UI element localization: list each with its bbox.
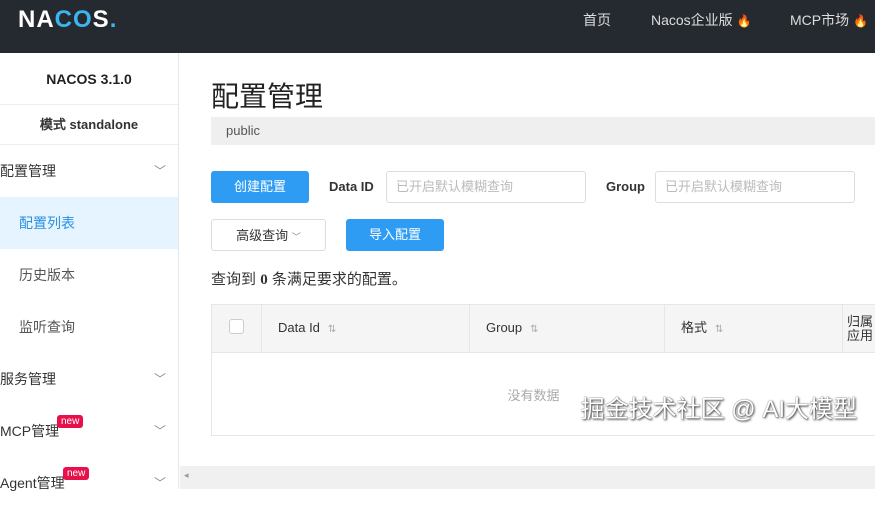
page-title: 配置管理: [211, 81, 324, 112]
top-bar: NACOS. 首页 Nacos企业版 🔥 MCP市场 🔥: [0, 0, 875, 53]
sidebar-item-mcp-management[interactable]: MCP管理 new ﹀: [0, 405, 178, 457]
watermark: 掘金技术社区 @ AI大模型: [580, 396, 857, 423]
nav-enterprise[interactable]: Nacos企业版 🔥: [651, 10, 752, 30]
sort-icon[interactable]: ⇅: [328, 324, 336, 335]
label: Data Id: [278, 320, 320, 335]
sidebar-item-config-list[interactable]: 配置列表: [0, 197, 178, 249]
mode: 模式 standalone: [0, 105, 178, 145]
sidebar-item-service-management[interactable]: 服务管理 ﹀: [0, 353, 178, 405]
column-app[interactable]: 归属应用: [843, 305, 875, 353]
advanced-query-button[interactable]: 高级查询 ﹀: [211, 219, 326, 251]
label: 配置管理: [0, 163, 56, 179]
label: 格式: [681, 320, 708, 335]
label: Group: [486, 320, 523, 335]
scroll-left-icon[interactable]: ◂: [184, 470, 189, 481]
nav-enterprise-label: Nacos企业版: [651, 12, 733, 28]
chevron-down-icon: ﹀: [153, 164, 166, 178]
new-badge: new: [57, 415, 84, 428]
create-config-button[interactable]: 创建配置: [211, 171, 309, 203]
chevron-down-icon: ﹀: [291, 232, 301, 242]
fire-icon: 🔥: [736, 14, 752, 28]
namespace-bar[interactable]: public: [211, 117, 875, 145]
sidebar-item-config-management[interactable]: 配置管理 ﹀: [0, 145, 178, 197]
group-label: Group: [606, 179, 645, 194]
nacos-logo[interactable]: NACOS.: [18, 6, 117, 34]
label: 服务管理: [0, 371, 56, 387]
chevron-down-icon: ﹀: [153, 424, 166, 438]
version: NACOS 3.1.0: [0, 53, 178, 105]
data-id-label: Data ID: [329, 179, 374, 194]
chevron-down-icon: ﹀: [153, 476, 166, 490]
new-badge: new: [63, 467, 90, 480]
result-count: 查询到 0 条满足要求的配置。: [211, 268, 407, 289]
group-input[interactable]: 已开启默认模糊查询: [655, 171, 855, 203]
column-group[interactable]: Group ⇅: [470, 305, 665, 353]
data-id-input[interactable]: 已开启默认模糊查询: [386, 171, 586, 203]
label: 高级查询: [236, 228, 289, 243]
count-prefix: 查询到: [211, 271, 257, 288]
chevron-down-icon: ﹀: [153, 372, 166, 386]
sidebar-item-history[interactable]: 历史版本: [0, 249, 178, 301]
import-config-button[interactable]: 导入配置: [346, 219, 444, 251]
count: 0: [260, 272, 268, 288]
nav-mcp-market[interactable]: MCP市场 🔥: [790, 10, 868, 30]
sort-icon[interactable]: ⇅: [715, 324, 723, 335]
select-all-checkbox[interactable]: [229, 319, 244, 334]
count-suffix: 条满足要求的配置。: [271, 271, 407, 288]
sort-icon[interactable]: ⇅: [530, 324, 538, 335]
fire-icon: 🔥: [853, 14, 869, 28]
nav-home[interactable]: 首页: [583, 10, 611, 30]
sidebar-item-agent-management[interactable]: Agent管理 new ﹀: [0, 457, 178, 509]
column-format[interactable]: 格式 ⇅: [665, 305, 843, 353]
nav-mcp-label: MCP市场: [790, 12, 850, 28]
label: MCP管理: [0, 423, 60, 439]
sidebar-item-listener[interactable]: 监听查询: [0, 301, 178, 353]
horizontal-scrollbar[interactable]: ◂: [180, 466, 875, 489]
column-data-id[interactable]: Data Id ⇅: [262, 305, 470, 353]
sidebar: NACOS 3.1.0 模式 standalone 配置管理 ﹀ 配置列表 历史版…: [0, 53, 179, 491]
select-all-header: [212, 305, 262, 353]
